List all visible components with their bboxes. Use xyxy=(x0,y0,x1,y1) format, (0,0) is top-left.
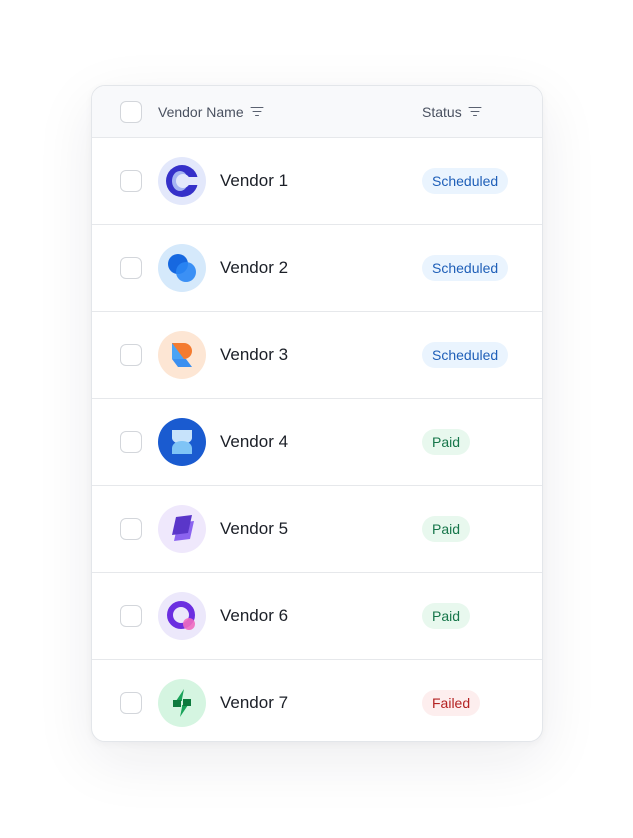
vendor-name: Vendor 2 xyxy=(220,258,289,277)
table-row[interactable]: Vendor 6 Paid xyxy=(92,573,542,660)
vendor6-logo-icon xyxy=(158,592,206,640)
row-checkbox[interactable] xyxy=(120,518,142,540)
vendor-name: Vendor 4 xyxy=(220,432,289,451)
table-row[interactable]: Vendor 5 Paid xyxy=(92,486,542,573)
row-checkbox[interactable] xyxy=(120,431,142,453)
select-all-checkbox[interactable] xyxy=(120,100,142,123)
vendor-name: Vendor 7 xyxy=(220,693,289,712)
filter-icon[interactable] xyxy=(250,106,264,117)
vendor4-logo-icon xyxy=(158,418,206,466)
status-badge: Scheduled xyxy=(422,168,509,194)
row-checkbox[interactable] xyxy=(120,170,142,192)
row-checkbox[interactable] xyxy=(120,605,142,627)
table-row[interactable]: Vendor 4 Paid xyxy=(92,399,542,486)
column-header-label: Status xyxy=(422,103,462,120)
vendor-table: Vendor Name Status Vendor 1 Scheduled Ve… xyxy=(91,85,543,742)
column-header-label: Vendor Name xyxy=(158,103,244,120)
status-badge: Scheduled xyxy=(422,342,509,368)
table-row[interactable]: Vendor 1 Scheduled xyxy=(92,138,542,225)
vendor-name: Vendor 3 xyxy=(220,345,289,364)
table-header: Vendor Name Status xyxy=(92,86,542,138)
table-row[interactable]: Vendor 2 Scheduled xyxy=(92,225,542,312)
filter-icon[interactable] xyxy=(468,106,482,117)
table-row[interactable]: Vendor 3 Scheduled xyxy=(92,312,542,399)
column-header-vendor-name[interactable]: Vendor Name xyxy=(158,104,264,120)
vendor2-logo-icon xyxy=(158,244,206,292)
vendor-name: Vendor 5 xyxy=(220,519,289,538)
status-badge: Paid xyxy=(422,516,471,542)
row-checkbox[interactable] xyxy=(120,692,142,714)
row-checkbox[interactable] xyxy=(120,344,142,366)
status-badge: Paid xyxy=(422,429,471,455)
vendor-name: Vendor 6 xyxy=(220,606,289,625)
table-row[interactable]: Vendor 7 Failed xyxy=(92,660,542,741)
vendor3-logo-icon xyxy=(158,331,206,379)
vendor5-logo-icon xyxy=(158,505,206,553)
row-checkbox[interactable] xyxy=(120,257,142,279)
status-badge: Scheduled xyxy=(422,255,509,281)
status-badge: Paid xyxy=(422,603,471,629)
column-header-status[interactable]: Status xyxy=(422,104,482,120)
status-badge: Failed xyxy=(422,690,481,716)
vendor1-logo-icon xyxy=(158,157,206,205)
vendor-name: Vendor 1 xyxy=(220,171,289,190)
vendor7-logo-icon xyxy=(158,679,206,727)
